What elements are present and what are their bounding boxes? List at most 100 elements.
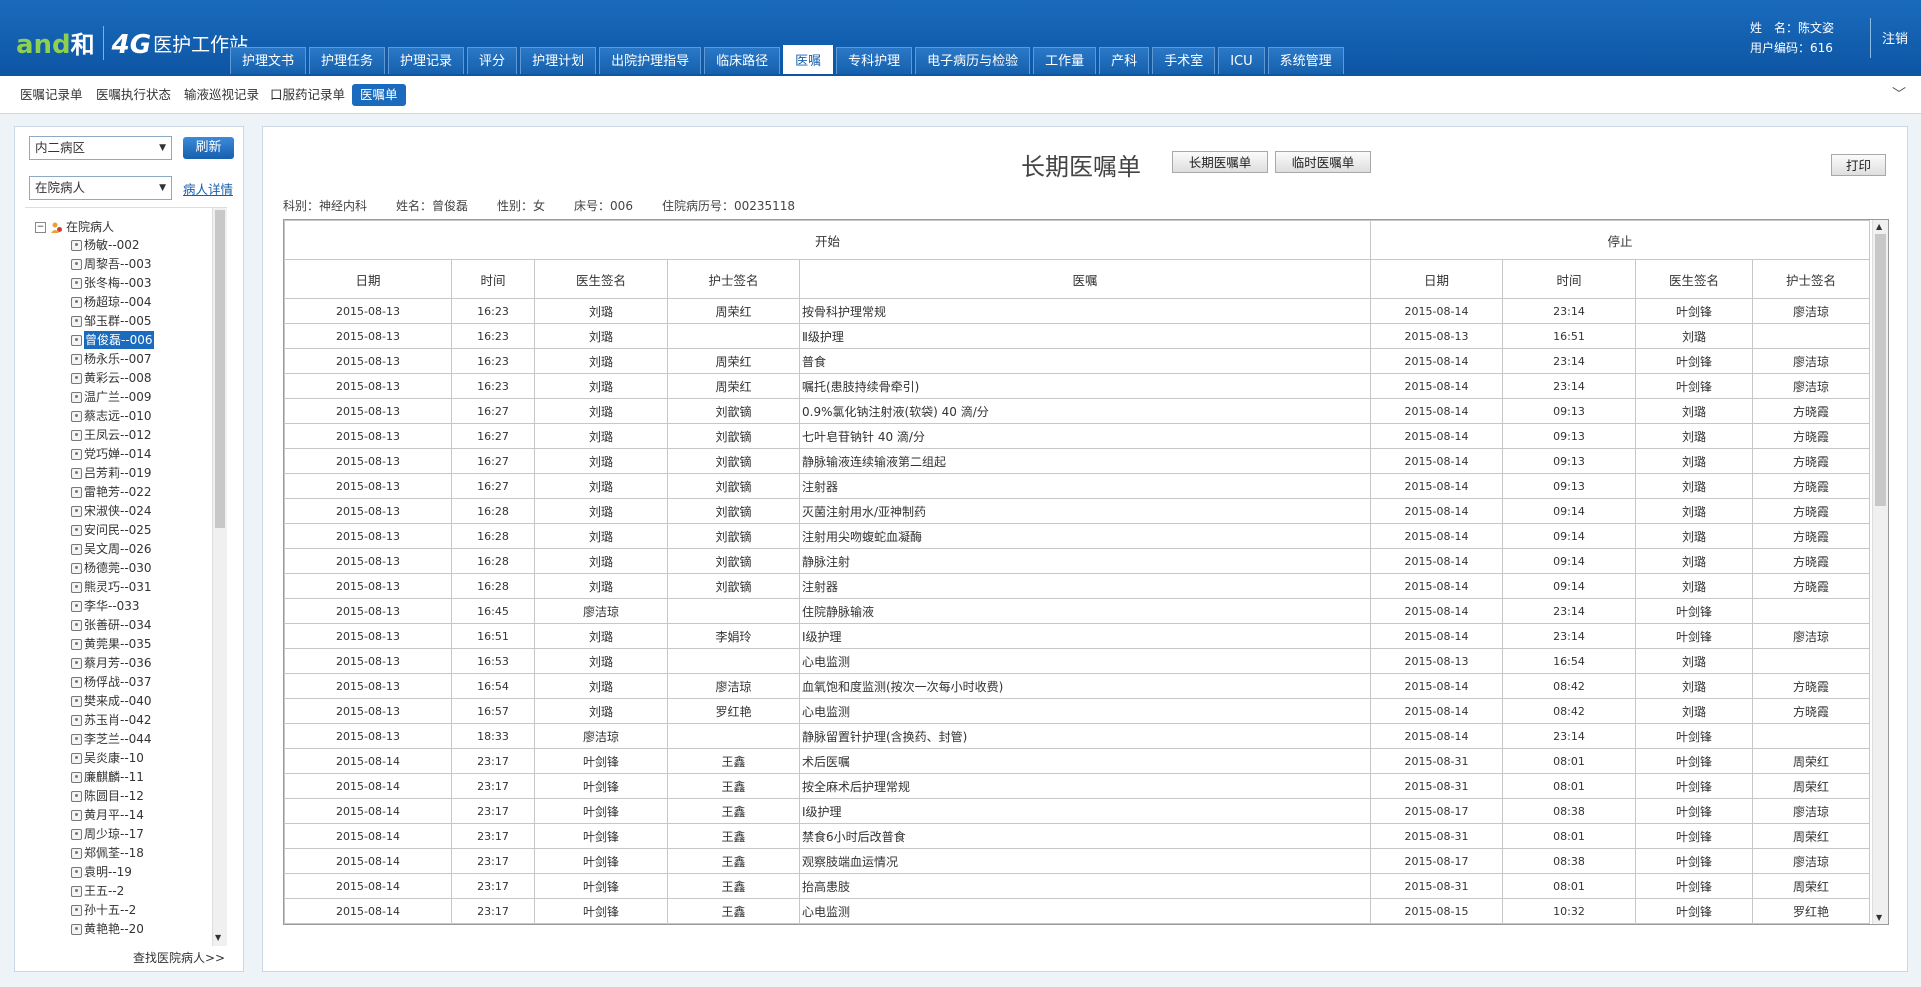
- nav-tab[interactable]: 护理文书: [230, 47, 307, 74]
- patient-tree-scrollbar[interactable]: ▼: [212, 208, 227, 946]
- table-row[interactable]: 2015-08-13 16:23 刘璐 周荣红 按骨科护理常规 2015-08-14 23:…: [284, 298, 1871, 324]
- table-row[interactable]: 2015-08-13 16:27 刘璐 刘歆镝 七叶皂苷钠针 40 滴/分 2015-08…: [284, 423, 1871, 449]
- table-row[interactable]: 2015-08-14 23:17 叶剑锋 王鑫 按全麻术后护理常规 2015-08-31 0…: [284, 773, 1871, 799]
- nav-tab[interactable]: 护理记录: [388, 47, 465, 74]
- patient-tree-item[interactable]: 李华--033: [71, 597, 140, 615]
- patient-tree-item[interactable]: 宋淑侠--024: [71, 502, 152, 520]
- patient-tree-item[interactable]: 安问民--025: [71, 521, 152, 539]
- table-row[interactable]: 2015-08-14 23:17 叶剑锋 王鑫 心电监测 2015-08-15 10:32 叶…: [284, 898, 1871, 924]
- table-row[interactable]: 2015-08-14 23:17 叶剑锋 王鑫 Ⅰ级护理 2015-08-17 08:38 叶…: [284, 798, 1871, 824]
- patient-tree-item[interactable]: 杨超琼--004: [71, 293, 152, 311]
- refresh-button[interactable]: 刷新: [183, 137, 234, 159]
- patient-tree-item[interactable]: 王凤云--012: [71, 426, 152, 444]
- table-row[interactable]: 2015-08-13 16:28 刘璐 刘歆镝 灭菌注射用水/亚神制药 2015-08-1…: [284, 498, 1871, 524]
- collapse-icon[interactable]: −: [35, 221, 46, 233]
- sub-tab[interactable]: 输液巡视记录: [176, 84, 267, 106]
- patient-tree-item[interactable]: 周黎吾--003: [71, 255, 152, 273]
- patient-tree-item[interactable]: 樊来成--040: [71, 692, 152, 710]
- patient-tree-item[interactable]: 郑佩荃--18: [71, 844, 144, 862]
- table-row[interactable]: 2015-08-13 16:27 刘璐 刘歆镝 注射器 2015-08-14 09:13 刘璐…: [284, 473, 1871, 499]
- patient-tree-item[interactable]: 杨永乐--007: [71, 350, 152, 368]
- patient-tree-item[interactable]: 黄莞果--035: [71, 635, 152, 653]
- patient-tree-item[interactable]: 苏玉肖--042: [71, 711, 152, 729]
- scroll-up-icon[interactable]: ▲: [1876, 222, 1882, 231]
- table-row[interactable]: 2015-08-13 16:51 刘璐 李娟玲 Ⅰ级护理 2015-08-14 23:14 叶…: [284, 623, 1871, 649]
- table-row[interactable]: 2015-08-13 16:27 刘璐 刘歆镝 静脉输液连续输液第二组起 2015-08-…: [284, 448, 1871, 474]
- patient-tree-item[interactable]: 雷艳芳--022: [71, 483, 152, 501]
- nav-tab[interactable]: 手术室: [1152, 47, 1216, 74]
- patient-tree-item[interactable]: 黄月平--14: [71, 806, 144, 824]
- nav-tab[interactable]: 系统管理: [1267, 47, 1344, 74]
- ward-select[interactable]: 内二病区 ▼: [29, 136, 172, 160]
- patient-tree-item[interactable]: 李芝兰--044: [71, 730, 152, 748]
- patient-detail-link[interactable]: 病人详情: [183, 179, 233, 198]
- table-row[interactable]: 2015-08-13 16:27 刘璐 刘歆镝 0.9%氯化钠注射液(软袋) 40 滴/…: [284, 398, 1871, 424]
- sub-tab[interactable]: 口服药记录单: [262, 84, 353, 106]
- table-row[interactable]: 2015-08-13 16:28 刘璐 刘歆镝 注射用尖吻蝮蛇血凝酶 2015-08-14…: [284, 523, 1871, 549]
- patient-tree-item[interactable]: 张冬梅--003: [71, 274, 152, 292]
- nav-tab[interactable]: 评分: [467, 47, 518, 74]
- sub-tab[interactable]: 医嘱记录单: [12, 84, 91, 106]
- patient-tree-item[interactable]: 蔡志远--010: [71, 407, 152, 425]
- nav-tab[interactable]: 临床路径: [704, 47, 781, 74]
- table-row[interactable]: 2015-08-14 23:17 叶剑锋 王鑫 术后医嘱 2015-08-31 08:01 叶…: [284, 748, 1871, 774]
- chevron-down-icon[interactable]: ﹀: [1892, 84, 1906, 104]
- patient-tree-item[interactable]: 张善研--034: [71, 616, 152, 634]
- find-discharged-link[interactable]: 查找医院病人>>: [133, 949, 225, 966]
- table-row[interactable]: 2015-08-13 16:28 刘璐 刘歆镝 注射器 2015-08-14 09:14 刘璐…: [284, 573, 1871, 599]
- long-term-order-button[interactable]: 长期医嘱单: [1172, 151, 1268, 173]
- patient-tree-item[interactable]: 黄艳艳--20: [71, 920, 144, 938]
- sub-tab[interactable]: 医嘱执行状态: [88, 84, 179, 106]
- nav-tab[interactable]: 护理任务: [309, 47, 386, 74]
- nav-tab[interactable]: ICU: [1218, 47, 1265, 74]
- patient-tree-item[interactable]: 邹玉群--005: [71, 312, 152, 330]
- table-row[interactable]: 2015-08-13 16:28 刘璐 刘歆镝 静脉注射 2015-08-14 09:14 刘…: [284, 548, 1871, 574]
- temporary-order-button[interactable]: 临时医嘱单: [1275, 151, 1371, 173]
- patient-tree-item[interactable]: 吴文周--026: [71, 540, 152, 558]
- print-button[interactable]: 打印: [1831, 154, 1886, 176]
- patient-tree-item[interactable]: 吕芳莉--019: [71, 464, 152, 482]
- table-row[interactable]: 2015-08-14 23:17 叶剑锋 王鑫 抬高患肢 2015-08-31 08:01 叶…: [284, 873, 1871, 899]
- nav-tab[interactable]: 出院护理指导: [599, 47, 702, 74]
- scroll-down-icon[interactable]: ▼: [215, 933, 221, 942]
- patient-tree-item[interactable]: 杨敏--002: [71, 236, 140, 254]
- patient-tree-item[interactable]: 王五--2: [71, 882, 124, 900]
- patient-tree-item[interactable]: 温广兰--009: [71, 388, 152, 406]
- table-row[interactable]: 2015-08-13 18:33 廖洁琼 静脉留置针护理(含换药、封管) 2015-08…: [284, 723, 1871, 749]
- patient-tree-item[interactable]: 黄彩云--008: [71, 369, 152, 387]
- order-table-scrollbar[interactable]: ▲ ▼: [1872, 220, 1888, 924]
- patient-tree-item[interactable]: 党巧婵--014: [71, 445, 152, 463]
- table-row[interactable]: 2015-08-13 16:23 刘璐 周荣红 嘱托(患肢持续骨牵引) 2015-08-1…: [284, 373, 1871, 399]
- table-row[interactable]: 2015-08-14 23:17 叶剑锋 王鑫 观察肢端血运情况 2015-08-17 08…: [284, 848, 1871, 874]
- patient-tree-item[interactable]: 孙十五--2: [71, 901, 136, 919]
- table-row[interactable]: 2015-08-13 16:57 刘璐 罗红艳 心电监测 2015-08-14 08:42 刘…: [284, 698, 1871, 724]
- table-row[interactable]: 2015-08-13 16:53 刘璐 心电监测 2015-08-13 16:54 刘璐: [284, 648, 1871, 674]
- patient-tree-item[interactable]: 杨俘战--037: [71, 673, 152, 691]
- table-row[interactable]: 2015-08-13 16:45 廖洁琼 住院静脉输液 2015-08-14 23:14 叶…: [284, 598, 1871, 624]
- patient-tree-item[interactable]: 曾俊磊--006: [71, 331, 154, 349]
- nav-tab[interactable]: 医嘱: [783, 45, 834, 74]
- patient-tree-item[interactable]: 蔡月芳--036: [71, 654, 152, 672]
- patient-tree-item[interactable]: 周少琼--17: [71, 825, 144, 843]
- patient-tree-item[interactable]: 廉麒麟--11: [71, 768, 144, 786]
- table-row[interactable]: 2015-08-13 16:23 刘璐 Ⅱ级护理 2015-08-13 16:51 刘璐: [284, 323, 1871, 349]
- patient-tree-item[interactable]: 袁明--19: [71, 863, 132, 881]
- nav-tab[interactable]: 电子病历与检验: [915, 47, 1031, 74]
- patient-tree-item[interactable]: 吴炎康--10: [71, 749, 144, 767]
- nav-tab[interactable]: 专科护理: [836, 47, 913, 74]
- nav-tab[interactable]: 护理计划: [520, 47, 597, 74]
- nav-tab[interactable]: 产科: [1099, 47, 1150, 74]
- patient-tree-item[interactable]: 熊灵巧--031: [71, 578, 152, 596]
- patient-tree-item[interactable]: 陈圆目--12: [71, 787, 144, 805]
- patient-filter-select[interactable]: 在院病人 ▼: [29, 176, 172, 200]
- sub-tab[interactable]: 医嘱单: [352, 84, 406, 106]
- tree-root[interactable]: − 在院病人: [35, 218, 114, 236]
- table-row[interactable]: 2015-08-14 23:17 叶剑锋 王鑫 禁食6小时后改普食 2015-08-31 0…: [284, 823, 1871, 849]
- scrollbar-thumb[interactable]: [1875, 234, 1886, 506]
- patient-tree-item[interactable]: 杨德莞--030: [71, 559, 152, 577]
- logout-button[interactable]: 注销: [1882, 28, 1908, 47]
- scrollbar-thumb[interactable]: [215, 210, 225, 528]
- table-row[interactable]: 2015-08-13 16:54 刘璐 廖洁琼 血氧饱和度监测(按次一次每小时收费) 20…: [284, 673, 1871, 699]
- table-row[interactable]: 2015-08-13 16:23 刘璐 周荣红 普食 2015-08-14 23:14 叶剑锋…: [284, 348, 1871, 374]
- scroll-down-icon[interactable]: ▼: [1876, 913, 1882, 922]
